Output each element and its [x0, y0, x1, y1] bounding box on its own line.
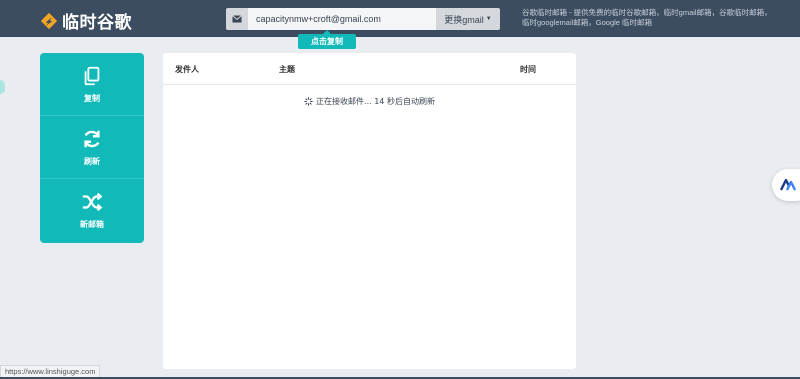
- site-tagline: 谷歌临时邮箱 - 提供免费的临时谷歌邮箱，临时gmail邮箱，谷歌临时邮箱，临时…: [522, 8, 772, 27]
- logo-icon: [40, 12, 58, 29]
- copy-button[interactable]: 复制: [40, 53, 144, 116]
- inbox-header: 发件人 主题 时间: [163, 53, 576, 85]
- refresh-icon: [84, 130, 100, 147]
- caret-down-icon: ▼: [485, 16, 492, 22]
- spinner-icon: [304, 97, 313, 106]
- brand-name: 临时谷歌: [62, 13, 132, 33]
- new-mailbox-button[interactable]: 新邮箱: [40, 179, 144, 242]
- inbox-status-text: 正在接收邮件... 14 秒后自动刷新: [316, 97, 435, 106]
- shuffle-icon: [82, 192, 103, 212]
- action-sidebar: 复制 刷新 新邮箱: [40, 53, 144, 243]
- email-box: 更换gmail ▼: [226, 8, 500, 30]
- logo[interactable]: 临时谷歌: [40, 8, 132, 33]
- inbox-panel: 发件人 主题 时间 正在接收邮件... 14 秒后自动刷新: [163, 53, 576, 369]
- new-mailbox-label: 新邮箱: [80, 220, 104, 229]
- column-time: 时间: [520, 65, 536, 74]
- copy-tooltip[interactable]: 点击复制: [298, 30, 356, 49]
- inbox-status: 正在接收邮件... 14 秒后自动刷新: [163, 96, 576, 107]
- switch-gmail-label: 更换gmail: [444, 14, 484, 25]
- top-bar: 临时谷歌 更换gmail ▼ 谷歌临时邮箱 - 提供免费的临时谷歌邮箱，临时gm…: [0, 0, 800, 37]
- column-subject: 主题: [279, 65, 295, 74]
- email-address-field[interactable]: [248, 8, 436, 30]
- switch-gmail-button[interactable]: 更换gmail ▼: [436, 8, 500, 30]
- copy-label: 复制: [84, 93, 100, 103]
- refresh-button[interactable]: 刷新: [40, 116, 144, 179]
- column-from: 发件人: [175, 65, 199, 74]
- envelope-icon: [226, 8, 248, 30]
- copy-icon: [84, 66, 100, 85]
- floating-assistant-button[interactable]: [772, 169, 800, 201]
- refresh-label: 刷新: [84, 156, 100, 166]
- assistant-logo-icon: [780, 179, 796, 191]
- side-tab[interactable]: [0, 80, 5, 94]
